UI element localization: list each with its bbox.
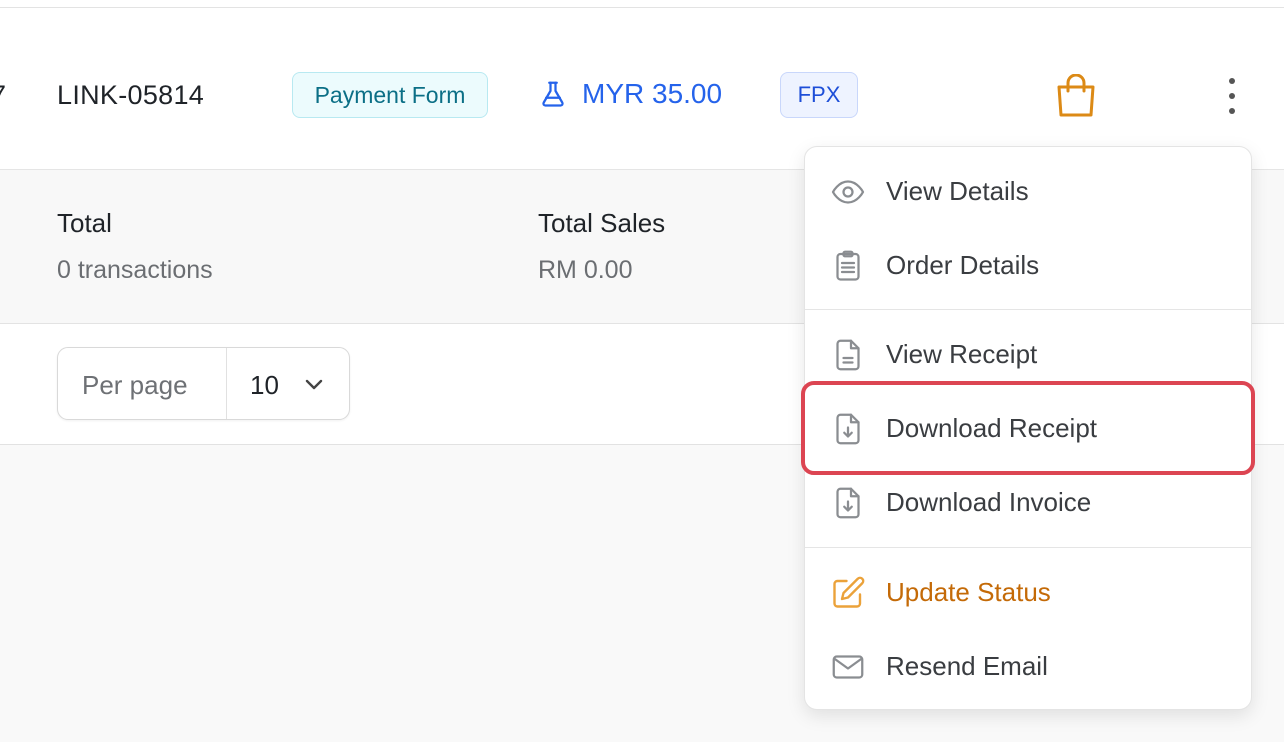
type-badge: Payment Form [292, 72, 488, 118]
total-sales-label: Total Sales [538, 208, 666, 238]
menu-item-update-status[interactable]: Update Status [805, 563, 1251, 623]
menu-item-download-invoice[interactable]: Download Invoice [805, 473, 1251, 533]
per-page-label: Per page [82, 370, 188, 400]
row-actions-menu: View Details Order Details View Receipt … [804, 146, 1252, 710]
menu-item-view-details[interactable]: View Details [805, 162, 1251, 222]
row-index: 7 [0, 80, 6, 111]
menu-item-label: Download Receipt [886, 413, 1098, 443]
more-actions-icon[interactable] [1218, 78, 1246, 114]
link-id: LINK-05814 [57, 80, 205, 110]
menu-divider [805, 309, 1251, 310]
menu-item-label: Update Status [886, 577, 1051, 607]
total-sales-value: RM 0.00 [538, 256, 633, 284]
pencil-square-icon [830, 575, 866, 611]
menu-divider [805, 547, 1251, 548]
menu-item-view-receipt[interactable]: View Receipt [805, 325, 1251, 385]
clipboard-icon [830, 248, 866, 284]
chevron-down-icon[interactable] [302, 374, 326, 394]
document-icon [830, 337, 866, 373]
amount: MYR 35.00 [538, 78, 722, 110]
document-download-icon [830, 411, 866, 447]
per-page-value[interactable]: 10 [250, 370, 279, 401]
menu-item-label: Order Details [886, 250, 1040, 280]
menu-item-resend-email[interactable]: Resend Email [805, 637, 1251, 697]
menu-item-order-details[interactable]: Order Details [805, 236, 1251, 296]
envelope-icon [830, 649, 866, 685]
menu-item-label: View Details [886, 176, 1029, 206]
shopping-bag-icon [1055, 73, 1097, 123]
total-value: 0 transactions [57, 256, 213, 284]
method-badge: FPX [780, 72, 858, 118]
menu-item-download-receipt[interactable]: Download Receipt [805, 399, 1251, 459]
flask-icon [542, 81, 564, 107]
eye-icon [830, 174, 866, 210]
total-label: Total [57, 208, 112, 238]
document-download-icon [830, 485, 866, 521]
menu-item-label: View Receipt [886, 339, 1038, 369]
divider [226, 348, 227, 419]
per-page-select[interactable]: Per page 10 [57, 347, 350, 420]
amount-value: MYR 35.00 [582, 78, 723, 109]
menu-item-label: Download Invoice [886, 487, 1092, 517]
menu-item-label: Resend Email [886, 651, 1048, 681]
